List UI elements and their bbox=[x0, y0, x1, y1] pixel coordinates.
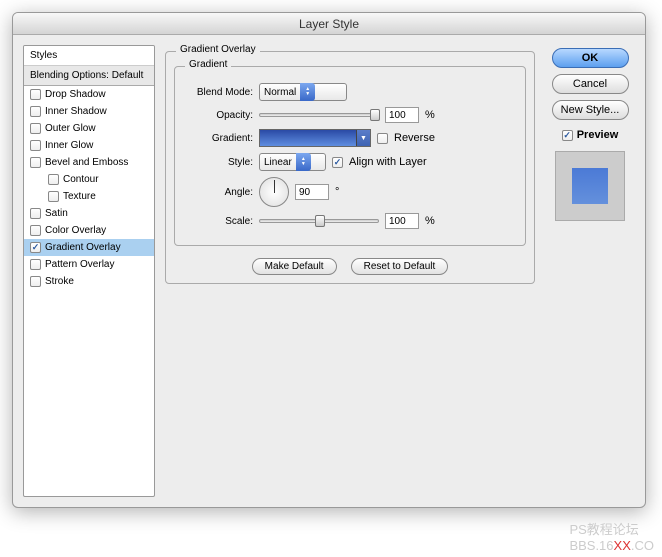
sidebar-item-gradient-overlay[interactable]: Gradient Overlay bbox=[24, 239, 154, 256]
sidebar-header-styles[interactable]: Styles bbox=[24, 46, 154, 66]
cancel-button[interactable]: Cancel bbox=[552, 74, 629, 94]
styles-sidebar: Styles Blending Options: Default Drop Sh… bbox=[23, 45, 155, 497]
sidebar-checkbox[interactable] bbox=[30, 123, 41, 134]
sidebar-checkbox[interactable] bbox=[30, 208, 41, 219]
gradient-dropdown-icon[interactable]: ▼ bbox=[356, 130, 370, 146]
select-arrows-icon: ▲▼ bbox=[296, 153, 311, 171]
sidebar-item-satin[interactable]: Satin bbox=[24, 205, 154, 222]
preview-swatch bbox=[572, 168, 608, 204]
opacity-input[interactable] bbox=[385, 107, 419, 123]
reverse-checkbox[interactable] bbox=[377, 133, 388, 144]
scale-unit: % bbox=[425, 215, 435, 227]
angle-dial[interactable] bbox=[259, 177, 289, 207]
panel-subtitle: Gradient bbox=[185, 59, 231, 70]
blend-mode-label: Blend Mode: bbox=[185, 87, 253, 98]
opacity-label: Opacity: bbox=[185, 110, 253, 121]
scale-label: Scale: bbox=[185, 216, 253, 227]
window-title: Layer Style bbox=[13, 13, 645, 35]
sidebar-item-color-overlay[interactable]: Color Overlay bbox=[24, 222, 154, 239]
sidebar-header-blending[interactable]: Blending Options: Default bbox=[24, 66, 154, 86]
sidebar-item-label: Color Overlay bbox=[45, 225, 106, 236]
angle-input[interactable] bbox=[295, 184, 329, 200]
sidebar-item-label: Texture bbox=[63, 191, 96, 202]
sidebar-item-label: Gradient Overlay bbox=[45, 242, 121, 253]
sidebar-item-label: Drop Shadow bbox=[45, 89, 106, 100]
sidebar-item-stroke[interactable]: Stroke bbox=[24, 273, 154, 290]
style-select[interactable]: Linear ▲▼ bbox=[259, 153, 326, 171]
sidebar-item-outer-glow[interactable]: Outer Glow bbox=[24, 120, 154, 137]
select-arrows-icon: ▲▼ bbox=[300, 83, 315, 101]
opacity-slider[interactable] bbox=[259, 113, 379, 117]
sidebar-checkbox[interactable] bbox=[30, 89, 41, 100]
preview-checkbox[interactable] bbox=[562, 130, 573, 141]
blend-mode-value: Normal bbox=[264, 87, 296, 98]
gradient-overlay-fieldset: Gradient Overlay Gradient Blend Mode: No… bbox=[165, 51, 535, 284]
blend-mode-select[interactable]: Normal ▲▼ bbox=[259, 83, 347, 101]
align-checkbox[interactable] bbox=[332, 157, 343, 168]
gradient-swatch[interactable]: ▼ bbox=[259, 129, 371, 147]
align-label: Align with Layer bbox=[349, 156, 427, 168]
opacity-unit: % bbox=[425, 109, 435, 121]
sidebar-checkbox[interactable] bbox=[30, 106, 41, 117]
gradient-fieldset: Gradient Blend Mode: Normal ▲▼ Opacity: … bbox=[174, 66, 526, 246]
sidebar-checkbox[interactable] bbox=[30, 225, 41, 236]
reverse-label: Reverse bbox=[394, 132, 435, 144]
watermark: PS教程论坛 BBS.16XX.CO bbox=[569, 519, 654, 553]
scale-slider[interactable] bbox=[259, 219, 379, 223]
sidebar-checkbox[interactable] bbox=[30, 157, 41, 168]
reset-default-button[interactable]: Reset to Default bbox=[351, 258, 449, 275]
sidebar-item-label: Satin bbox=[45, 208, 68, 219]
sidebar-item-label: Pattern Overlay bbox=[45, 259, 114, 270]
sidebar-item-label: Inner Shadow bbox=[45, 106, 107, 117]
watermark-line1: PS教程论坛 bbox=[569, 519, 654, 538]
window-content: Styles Blending Options: Default Drop Sh… bbox=[13, 35, 645, 507]
scale-input[interactable] bbox=[385, 213, 419, 229]
style-label: Style: bbox=[185, 157, 253, 168]
right-panel: OK Cancel New Style... Preview bbox=[545, 45, 635, 497]
sidebar-item-label: Bevel and Emboss bbox=[45, 157, 128, 168]
sidebar-checkbox[interactable] bbox=[30, 259, 41, 270]
preview-box bbox=[555, 151, 625, 221]
sidebar-checkbox[interactable] bbox=[30, 242, 41, 253]
sidebar-item-inner-glow[interactable]: Inner Glow bbox=[24, 137, 154, 154]
sidebar-item-bevel-and-emboss[interactable]: Bevel and Emboss bbox=[24, 154, 154, 171]
main-panel: Gradient Overlay Gradient Blend Mode: No… bbox=[165, 45, 535, 497]
sidebar-item-label: Stroke bbox=[45, 276, 74, 287]
sidebar-item-label: Inner Glow bbox=[45, 140, 93, 151]
scale-slider-thumb[interactable] bbox=[315, 215, 325, 227]
watermark-line2: BBS.16XX.CO bbox=[569, 538, 654, 553]
sidebar-item-label: Contour bbox=[63, 174, 99, 185]
sidebar-checkbox[interactable] bbox=[48, 174, 59, 185]
sidebar-item-contour[interactable]: Contour bbox=[24, 171, 154, 188]
sidebar-item-pattern-overlay[interactable]: Pattern Overlay bbox=[24, 256, 154, 273]
panel-title: Gradient Overlay bbox=[176, 44, 260, 55]
sidebar-checkbox[interactable] bbox=[30, 276, 41, 287]
sidebar-item-label: Outer Glow bbox=[45, 123, 96, 134]
angle-label: Angle: bbox=[185, 187, 253, 198]
style-value: Linear bbox=[264, 157, 292, 168]
gradient-label: Gradient: bbox=[185, 133, 253, 144]
sidebar-item-inner-shadow[interactable]: Inner Shadow bbox=[24, 103, 154, 120]
sidebar-checkbox[interactable] bbox=[48, 191, 59, 202]
ok-button[interactable]: OK bbox=[552, 48, 629, 68]
sidebar-item-drop-shadow[interactable]: Drop Shadow bbox=[24, 86, 154, 103]
angle-unit: ° bbox=[335, 186, 339, 198]
preview-label: Preview bbox=[577, 129, 619, 141]
sidebar-item-texture[interactable]: Texture bbox=[24, 188, 154, 205]
sidebar-checkbox[interactable] bbox=[30, 140, 41, 151]
opacity-slider-thumb[interactable] bbox=[370, 109, 380, 121]
layer-style-window: Layer Style Styles Blending Options: Def… bbox=[12, 12, 646, 508]
make-default-button[interactable]: Make Default bbox=[252, 258, 337, 275]
new-style-button[interactable]: New Style... bbox=[552, 100, 629, 120]
